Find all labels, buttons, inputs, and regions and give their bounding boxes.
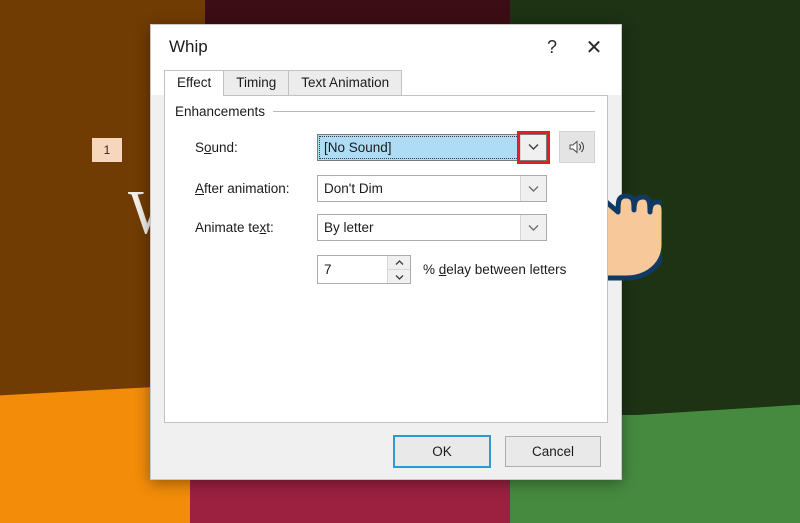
after-animation-selected-value: Don't Dim [324,181,383,196]
speaker-icon[interactable] [559,131,595,163]
animate-text-dropdown[interactable]: By letter [317,214,547,241]
chevron-down-icon[interactable] [520,134,546,160]
stepper-buttons [387,256,410,283]
tab-timing[interactable]: Timing [223,70,290,95]
delay-value[interactable]: 7 [318,256,387,283]
sound-selected-value: [No Sound] [318,134,520,160]
dialog-footer: OK Cancel [151,423,621,479]
help-icon[interactable]: ? [531,30,573,64]
enhancements-label: Enhancements [175,104,266,119]
sound-label: Sound: [195,139,238,155]
sound-dropdown[interactable]: [No Sound] [317,130,550,164]
animate-text-field-row: Animate text: By letter [175,214,595,241]
dialog-title: Whip [169,37,208,56]
animate-text-label: Animate text: [195,220,274,235]
sound-field-row: Sound: [No Sound] [175,130,595,164]
delay-between-letters-stepper[interactable]: 7 [317,255,411,284]
chevron-up-icon[interactable] [388,256,410,270]
effect-options-dialog: Whip ? ✕ Effect Timing Text Animation En… [150,24,622,480]
after-animation-dropdown[interactable]: Don't Dim [317,175,547,202]
dialog-body: Enhancements Sound: [No Sound] After ani… [164,95,608,423]
chevron-down-icon[interactable] [520,215,546,240]
dialog-titlebar: Whip ? ✕ [151,25,621,69]
after-animation-field-row: After animation: Don't Dim [175,175,595,202]
delay-suffix-label: % delay between letters [423,262,567,277]
group-divider [273,111,595,112]
tab-effect[interactable]: Effect [164,70,225,96]
delay-spinner-row: 7 % delay between letters [175,255,595,284]
close-icon[interactable]: ✕ [573,30,615,64]
enhancements-group: Enhancements Sound: [No Sound] After ani… [175,104,595,284]
enhancements-group-header: Enhancements [175,104,595,119]
after-animation-label: After animation: [195,181,290,196]
chevron-down-icon[interactable] [520,176,546,201]
chevron-down-icon[interactable] [388,270,410,283]
animate-text-selected-value: By letter [324,220,374,235]
cancel-button[interactable]: Cancel [505,435,601,467]
tab-text-animation[interactable]: Text Animation [288,70,403,95]
slide-number-badge: 1 [92,138,122,162]
ok-button[interactable]: OK [393,434,491,468]
dialog-tab-strip: Effect Timing Text Animation [151,69,621,96]
